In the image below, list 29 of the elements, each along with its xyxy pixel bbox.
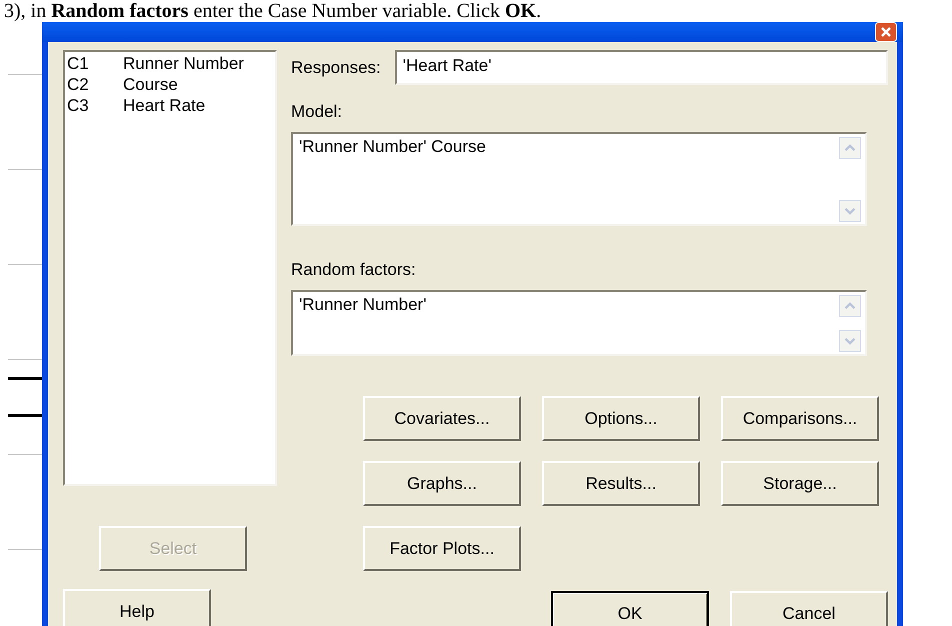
close-icon[interactable] xyxy=(875,22,897,42)
variable-name[interactable]: Course xyxy=(123,74,178,95)
responses-label: Responses: xyxy=(291,58,381,78)
option-button[interactable]: Graphs... xyxy=(363,461,521,506)
random-factors-label: Random factors: xyxy=(291,260,417,280)
responses-field[interactable]: 'Heart Rate' xyxy=(394,50,888,85)
option-button[interactable]: Factor Plots... xyxy=(363,526,521,571)
column-id[interactable]: C3 xyxy=(67,95,123,116)
option-button[interactable]: Results... xyxy=(542,461,700,506)
scroll-down-button[interactable] xyxy=(839,330,861,352)
option-button[interactable]: Options... xyxy=(542,396,700,441)
cancel-button[interactable]: Cancel xyxy=(730,591,888,626)
variable-list[interactable]: C1 Runner Number C2 Course C3 Heart Rate xyxy=(63,50,277,486)
variable-name[interactable]: Runner Number xyxy=(123,53,244,74)
ok-button[interactable]: OK xyxy=(551,591,709,626)
variable-name[interactable]: Heart Rate xyxy=(123,95,206,116)
help-button[interactable]: Help xyxy=(63,589,211,626)
option-button[interactable]: Covariates... xyxy=(363,396,521,441)
column-id[interactable]: C1 xyxy=(67,53,123,74)
column-id[interactable]: C2 xyxy=(67,74,123,95)
option-button[interactable]: Comparisons... xyxy=(721,396,879,441)
option-button[interactable]: Storage... xyxy=(721,461,879,506)
scroll-up-button[interactable] xyxy=(839,137,861,159)
model-field[interactable]: 'Runner Number' Course xyxy=(291,132,867,226)
instruction-text: 3), in Random factors enter the Case Number variable. Click OK. xyxy=(3,0,542,22)
model-label: Model: xyxy=(291,102,344,122)
random-factors-field[interactable]: 'Runner Number' xyxy=(291,290,867,356)
scroll-up-button[interactable] xyxy=(839,295,861,317)
scroll-down-button[interactable] xyxy=(839,200,861,222)
